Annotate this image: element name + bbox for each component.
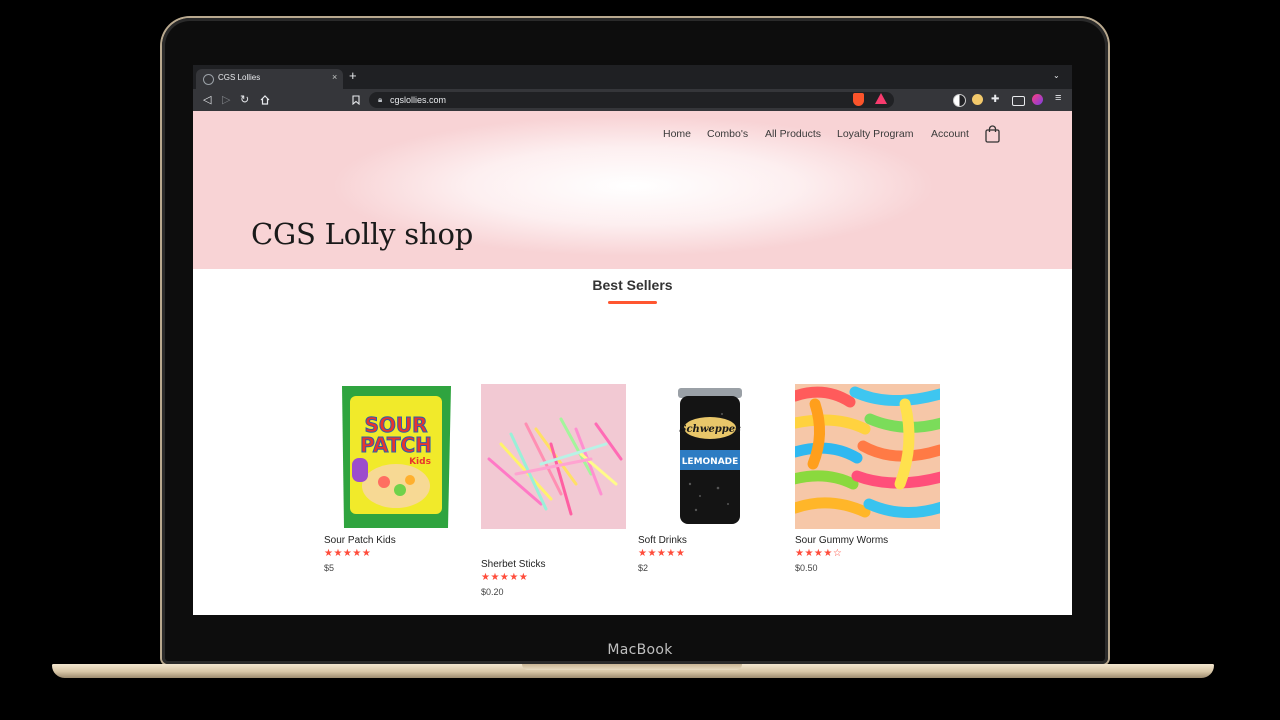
package-text-patch: PATCH [360,433,432,457]
browser-tab[interactable]: CGS Lollies × [196,69,343,89]
dark-mode-extension-icon[interactable] [953,94,966,107]
product-name[interactable]: Sherbet Sticks [481,559,545,570]
address-bar[interactable]: 🔒︎ cgslollies.com [369,92,894,108]
laptop-screen: CGS Lollies × + ⌄ ◁ ▷ ↻ 🔒︎ cgslollies.co… [193,65,1072,615]
section-title-underline [608,301,657,304]
bookmark-icon[interactable] [352,95,360,105]
close-tab-icon[interactable]: × [332,72,337,82]
nav-combos-link[interactable]: Combo's [707,128,748,140]
laptop-base-notch [522,664,742,670]
reload-icon[interactable]: ↻ [240,93,249,107]
forward-icon[interactable]: ▷ [222,93,230,107]
globe-icon [203,74,214,85]
brave-rewards-icon[interactable] [875,93,887,104]
product-image-sour-gummy-worms[interactable] [795,384,940,529]
rating-stars: ★★★★★ [638,548,686,559]
browser-toolbar: ◁ ▷ ↻ 🔒︎ cgslollies.com ✚ ≡ [193,89,1072,111]
nav-account-link[interactable]: Account [931,128,969,140]
product-image-soft-drinks[interactable]: Schweppes LEMONADE [638,384,783,529]
hero-title: CGS Lolly shop [251,217,474,251]
rating-stars: ★★★★★ [481,572,529,583]
browser-tab-bar: CGS Lollies × + ⌄ [193,65,1072,89]
home-icon[interactable] [260,95,270,105]
hero-banner: Home Combo's All Products Loyalty Progra… [193,111,1072,269]
laptop-model-label: MacBook [607,642,673,658]
product-price: $2 [638,563,649,573]
nav-loyalty-program-link[interactable]: Loyalty Program [837,128,913,140]
rating-stars: ★★★★★ [324,548,372,559]
extension-icon[interactable] [972,94,983,105]
can-text-schweppes: Schweppes [679,424,741,435]
product-image-sour-patch-kids[interactable]: SOUR PATCH Kids [324,384,469,529]
nav-all-products-link[interactable]: All Products [765,128,821,140]
back-icon[interactable]: ◁ [203,93,211,107]
product-name[interactable]: Sour Patch Kids [324,535,396,546]
package-text-kids: Kids [409,457,431,467]
can-text-lemonade: LEMONADE [682,457,739,467]
wallet-icon[interactable] [1012,96,1025,106]
product-price: $0.50 [795,563,818,573]
brave-shield-icon[interactable] [853,93,864,106]
profile-avatar-icon[interactable] [1032,94,1043,105]
tab-search-chevron-icon[interactable]: ⌄ [1053,71,1060,80]
product-name[interactable]: Sour Gummy Worms [795,535,888,546]
url-text[interactable]: cgslollies.com [390,95,446,105]
tab-title: CGS Lollies [218,73,261,82]
nav-home-link[interactable]: Home [663,128,691,140]
product-price: $0.20 [481,587,504,597]
lock-icon: 🔒︎ [378,95,383,104]
puzzle-extensions-icon[interactable]: ✚ [991,93,999,107]
rating-stars: ★★★★☆ [795,548,843,559]
browser-menu-icon[interactable]: ≡ [1055,92,1061,104]
product-name[interactable]: Soft Drinks [638,535,687,546]
web-page: Home Combo's All Products Loyalty Progra… [193,111,1072,615]
product-price: $5 [324,563,335,573]
new-tab-button[interactable]: + [349,69,357,83]
shopping-bag-icon[interactable] [985,125,1000,143]
product-image-sherbet-sticks[interactable] [481,384,626,529]
section-title: Best Sellers [592,277,673,293]
